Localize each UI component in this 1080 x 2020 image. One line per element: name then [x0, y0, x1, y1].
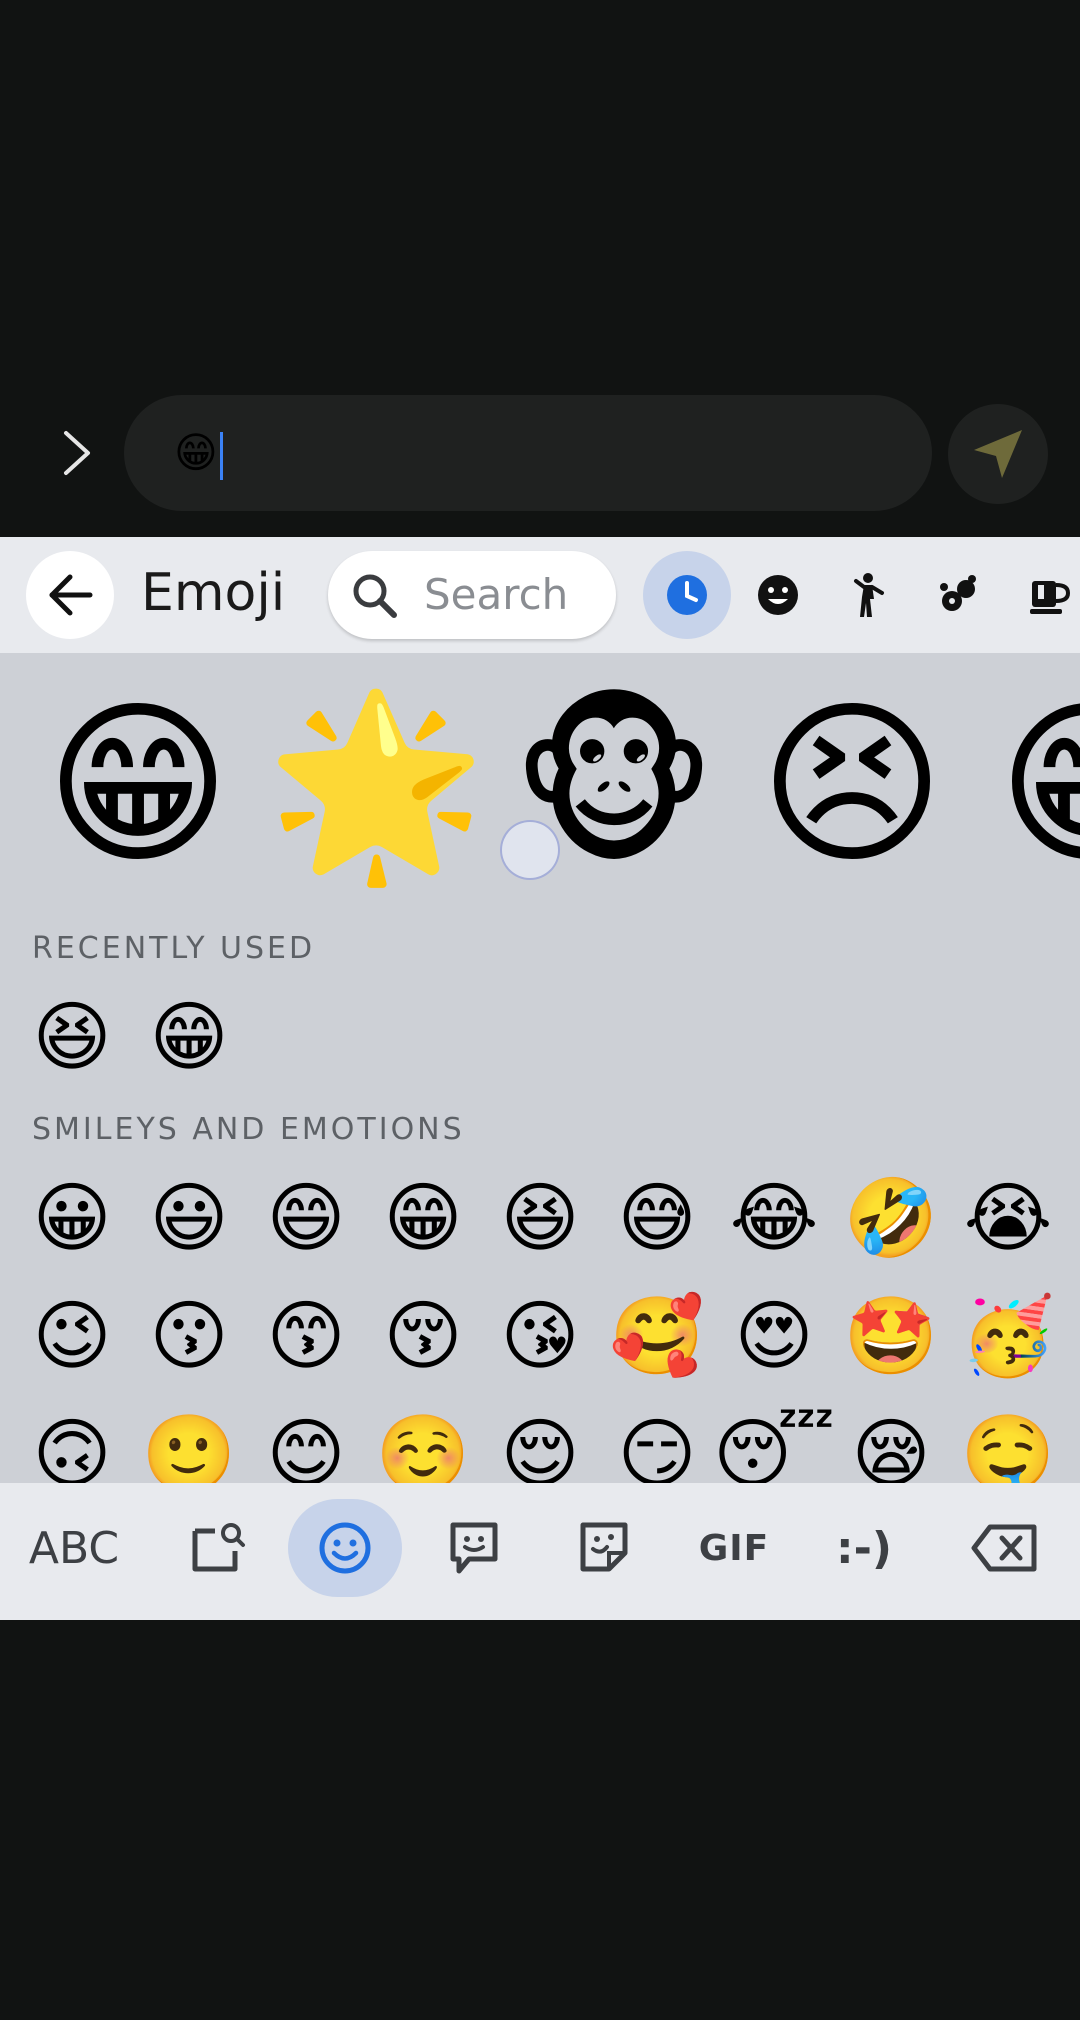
search-icon: [353, 574, 397, 618]
emoji-key[interactable]: 😃: [137, 1168, 241, 1268]
touch-indicator: [500, 820, 560, 880]
emoji-tab-button[interactable]: [288, 1499, 402, 1597]
emoji-key[interactable]: 🤩: [839, 1286, 943, 1386]
clock-icon: [667, 575, 707, 615]
abc-button[interactable]: ABC: [22, 1499, 126, 1597]
suggestion-emoji[interactable]: 😁: [980, 675, 1080, 895]
section-label-smileys: SMILEYS AND EMOTIONS: [32, 1112, 465, 1147]
tab-people[interactable]: [824, 551, 912, 639]
emoji-key[interactable]: 😁: [371, 1168, 475, 1268]
emoji-key[interactable]: 🥳: [956, 1286, 1060, 1386]
abc-label: ABC: [28, 1522, 120, 1574]
arrow-left-icon: [49, 574, 93, 616]
back-button[interactable]: [26, 551, 114, 639]
emoji-kitchen-button[interactable]: [432, 1499, 516, 1597]
sticker-icon: [580, 1522, 628, 1572]
emoji-key[interactable]: 😅: [605, 1168, 709, 1268]
message-input[interactable]: 😁: [124, 395, 932, 511]
clipboard-search-icon: [192, 1523, 245, 1572]
smileys-row-2: 😉 😗 😙 😚 😘 🥰 😍 🤩 🥳: [0, 1286, 1080, 1386]
keyboard-bottom-bar: ABC GIF:-): [0, 1483, 1080, 1620]
recent-emoji-row: 😆 😁: [0, 987, 1080, 1087]
emoji-kitchen-icon: [450, 1522, 498, 1574]
emoji-key[interactable]: 😘: [488, 1286, 592, 1386]
suggestion-emoji[interactable]: 😁: [28, 675, 248, 895]
backspace-icon: [971, 1524, 1037, 1572]
expand-chevron-button[interactable]: [46, 420, 106, 486]
suggestion-emoji[interactable]: 😣: [742, 675, 962, 895]
emoji-key[interactable]: 😉: [20, 1286, 124, 1386]
smileys-row-1: 😀 😃 😄 😁 😆 😅 😂 🤣 😭: [0, 1168, 1080, 1268]
message-input-value: 😁: [174, 428, 218, 477]
backspace-button[interactable]: [962, 1499, 1046, 1597]
emoji-key[interactable]: 😚: [371, 1286, 475, 1386]
food-icon: [1030, 581, 1070, 614]
emoticon-label: :-): [836, 1522, 892, 1574]
section-label-recent: RECENTLY USED: [32, 931, 316, 966]
emoji-key[interactable]: 😍: [722, 1286, 826, 1386]
send-icon: [974, 430, 1022, 478]
emoji-key[interactable]: 😆: [20, 987, 124, 1087]
emoji-key[interactable]: 😄: [254, 1168, 358, 1268]
gif-button[interactable]: GIF: [688, 1499, 780, 1597]
person-icon: [854, 573, 884, 617]
tab-recent[interactable]: [643, 551, 731, 639]
emoji-keyboard: Emoji Search 😁 🌟 🐵 😣 RECENTLY USED 😆 😁 S…: [0, 537, 1080, 1620]
emoji-key[interactable]: 😂: [722, 1168, 826, 1268]
emoji-icon: [319, 1522, 371, 1574]
keyboard-title: Emoji: [141, 563, 286, 623]
search-placeholder: Search: [424, 570, 569, 619]
chevron-right-icon: [64, 431, 90, 475]
tab-smileys[interactable]: [734, 551, 822, 639]
gif-label: GIF: [698, 1527, 770, 1569]
emoji-search-field[interactable]: Search: [328, 551, 616, 639]
suggestion-emoji[interactable]: 🌟: [265, 675, 487, 895]
keyboard-header: Emoji Search: [0, 537, 1080, 653]
emoji-key[interactable]: 🤣: [839, 1168, 943, 1268]
tab-food[interactable]: [1004, 551, 1080, 639]
emoji-key[interactable]: 😁: [137, 987, 241, 1087]
smiley-icon: [758, 575, 798, 615]
animal-icon: [940, 575, 976, 611]
sticker-button[interactable]: [562, 1499, 646, 1597]
emoji-key[interactable]: 😗: [137, 1286, 241, 1386]
emoticon-button[interactable]: :-): [818, 1499, 910, 1597]
emoji-key[interactable]: 😭: [956, 1168, 1060, 1268]
text-caret: [219, 431, 223, 480]
clipboard-button[interactable]: [176, 1499, 260, 1597]
emoji-key[interactable]: 🥰: [605, 1286, 709, 1386]
emoji-key[interactable]: 😆: [488, 1168, 592, 1268]
send-button[interactable]: [948, 404, 1048, 504]
emoji-key[interactable]: 😙: [254, 1286, 358, 1386]
tab-animals[interactable]: [914, 551, 1002, 639]
emoji-key[interactable]: 😀: [20, 1168, 124, 1268]
